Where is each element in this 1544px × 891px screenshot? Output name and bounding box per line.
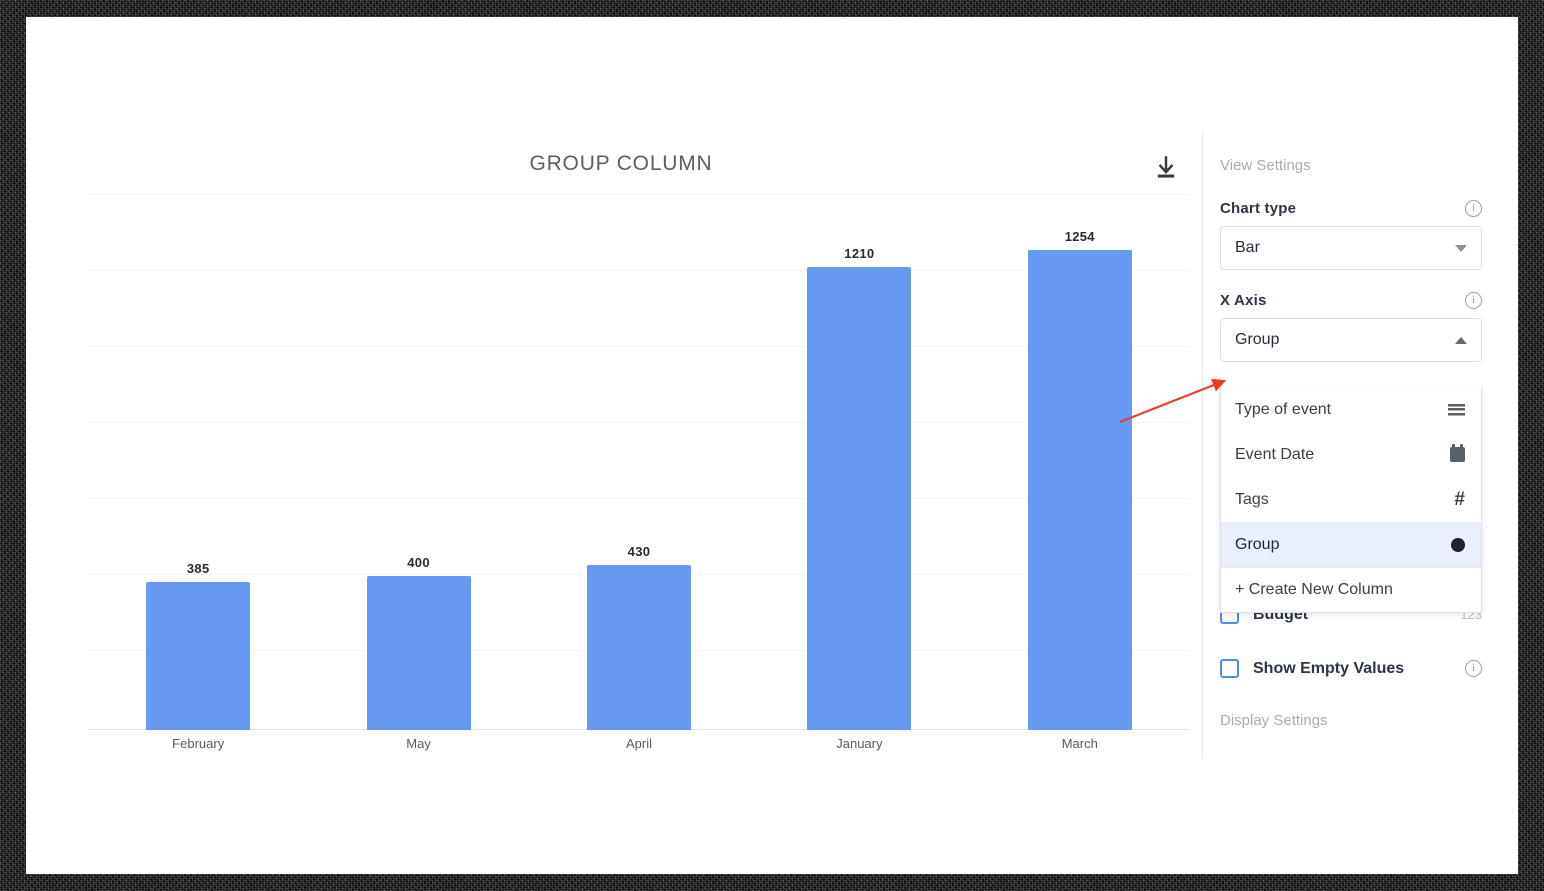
show-empty-values-row[interactable]: Show Empty Values i <box>1220 659 1482 678</box>
view-settings-sidebar: View Settings Chart type i Bar X Axis i … <box>1220 157 1482 362</box>
x-axis-dropdown-menu[interactable]: Type of event Event Date Tags # Group + … <box>1220 387 1482 613</box>
x-axis-tick-label: April <box>625 736 652 751</box>
calendar-icon <box>1450 444 1465 462</box>
info-icon[interactable]: i <box>1465 292 1482 309</box>
bar-rect[interactable] <box>586 565 691 730</box>
x-axis-tick-label: May <box>406 736 431 751</box>
show-empty-values-checkbox[interactable] <box>1220 659 1239 678</box>
bar-value-label: 1254 <box>1064 229 1095 244</box>
bar-item[interactable]: 1254 <box>970 194 1190 730</box>
info-icon[interactable]: i <box>1465 660 1482 677</box>
info-icon[interactable]: i <box>1465 200 1482 217</box>
dropdown-option-label: Tags <box>1235 490 1269 508</box>
hash-icon: # <box>1454 488 1465 510</box>
bar-rect[interactable] <box>807 267 912 730</box>
x-axis-tick-label: January <box>836 736 883 751</box>
chart-type-field-header: Chart type i <box>1220 200 1482 217</box>
chart-panel: GROUP COLUMN 385 400 430 1210 1254 Febru… <box>76 132 1202 772</box>
bar-value-label: 1210 <box>844 246 875 261</box>
dropdown-option-label: Group <box>1235 535 1280 553</box>
x-axis-field-header: X Axis i <box>1220 292 1482 309</box>
chevron-up-icon <box>1455 336 1467 344</box>
chart-type-select[interactable]: Bar <box>1220 226 1482 270</box>
dropdown-option-event-date[interactable]: Event Date <box>1221 432 1481 477</box>
dropdown-option-type-of-event[interactable]: Type of event <box>1221 387 1481 432</box>
bar-group: 385 400 430 1210 1254 <box>88 194 1190 730</box>
dropdown-option-label: Type of event <box>1235 400 1332 418</box>
bar-item[interactable]: 400 <box>308 194 528 730</box>
dropdown-option-label: + Create New Column <box>1235 581 1393 598</box>
plot-area: 385 400 430 1210 1254 <box>88 194 1190 730</box>
show-empty-values-label: Show Empty Values <box>1253 659 1405 677</box>
bar-item[interactable]: 385 <box>88 194 308 730</box>
chart-type-value: Bar <box>1235 239 1260 256</box>
x-axis-label: X Axis <box>1220 292 1267 309</box>
bar-rect[interactable] <box>366 576 471 730</box>
bar-value-label: 430 <box>627 544 651 559</box>
app-page: GROUP COLUMN 385 400 430 1210 1254 Febru… <box>26 17 1518 874</box>
download-icon[interactable] <box>1152 154 1180 182</box>
bar-value-label: 400 <box>407 555 430 570</box>
x-axis-tick-label: March <box>1061 736 1098 751</box>
view-settings-heading: View Settings <box>1220 157 1311 174</box>
bar-item[interactable]: 1210 <box>749 194 969 730</box>
x-axis-value: Group <box>1235 331 1280 348</box>
dropdown-option-create-new-column[interactable]: + Create New Column <box>1221 567 1481 612</box>
display-settings-heading: Display Settings <box>1220 712 1328 729</box>
x-axis-select[interactable]: Group <box>1220 318 1482 362</box>
dropdown-option-label: Event Date <box>1235 445 1315 463</box>
dropdown-option-group[interactable]: Group <box>1221 522 1481 567</box>
chevron-down-icon <box>1455 244 1467 252</box>
bar-value-label: 385 <box>186 561 210 576</box>
bar-rect[interactable] <box>1027 250 1132 730</box>
chart-title: GROUP COLUMN <box>529 152 713 175</box>
bar-rect[interactable] <box>146 582 251 730</box>
panel-divider <box>1202 132 1203 757</box>
dot-icon <box>1451 537 1465 552</box>
x-axis-tick-label: February <box>172 736 225 751</box>
chart-type-label: Chart type <box>1220 200 1297 217</box>
x-axis-labels: February May April January March <box>88 736 1190 751</box>
bar-item[interactable]: 430 <box>529 194 749 730</box>
dropdown-option-tags[interactable]: Tags # <box>1221 477 1481 522</box>
hamburger-icon <box>1448 403 1465 416</box>
